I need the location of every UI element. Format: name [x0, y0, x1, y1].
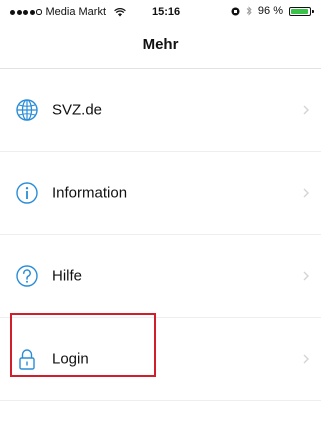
menu-item-label: SVZ.de: [52, 101, 103, 119]
info-icon: [16, 182, 38, 204]
menu-item-information[interactable]: Information: [0, 152, 321, 235]
orientation-lock-icon: [231, 7, 240, 15]
menu-item-svz[interactable]: SVZ.de: [0, 69, 321, 152]
chevron-right-icon: [303, 105, 309, 115]
status-right: 96 %: [231, 5, 314, 17]
battery-icon: [289, 6, 314, 16]
signal-strength-icon: [10, 9, 42, 15]
navigation-bar: Mehr: [0, 24, 321, 69]
carrier-name: Media Markt: [45, 6, 107, 18]
status-time: 15:16: [152, 6, 181, 18]
battery-percent: 96 %: [257, 5, 283, 17]
globe-icon: [16, 99, 38, 121]
help-icon: [16, 265, 38, 287]
chevron-right-icon: [303, 188, 309, 198]
wifi-icon: [114, 7, 126, 16]
chevron-right-icon: [303, 271, 309, 281]
status-left: Media Markt: [10, 6, 126, 18]
status-bar: Media Markt 15:16 96 %: [0, 0, 321, 24]
chevron-right-icon: [303, 354, 309, 364]
bluetooth-icon: [246, 6, 252, 16]
menu-item-label: Information: [52, 184, 128, 202]
page-title: Mehr: [142, 36, 179, 53]
menu-item-label: Hilfe: [52, 267, 83, 285]
menu-item-hilfe[interactable]: Hilfe: [0, 235, 321, 318]
login-highlight-box: [10, 313, 156, 377]
